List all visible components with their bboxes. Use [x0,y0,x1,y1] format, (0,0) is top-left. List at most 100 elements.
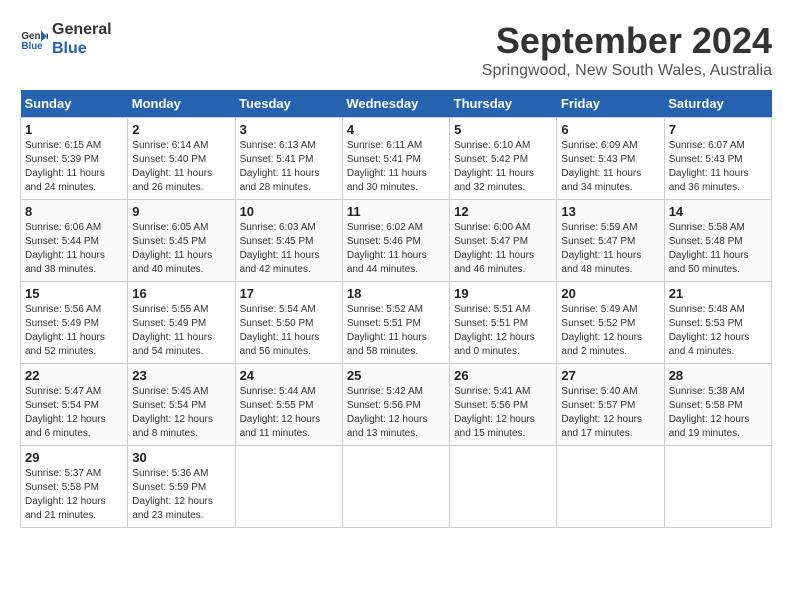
day-number: 3 [240,122,338,137]
day-of-week-header: Tuesday [235,90,342,118]
day-detail: Sunrise: 6:07 AM Sunset: 5:43 PM Dayligh… [669,139,767,195]
calendar-day-cell: 3 Sunrise: 6:13 AM Sunset: 5:41 PM Daylig… [235,118,342,200]
calendar-day-cell: 9 Sunrise: 6:05 AM Sunset: 5:45 PM Daylig… [128,200,235,282]
calendar-day-cell: 27 Sunrise: 5:40 AM Sunset: 5:57 PM Dayli… [557,364,664,446]
calendar-day-cell: 19Sunrise: 5:51 AM Sunset: 5:51 PM Dayli… [450,282,557,364]
day-detail: Sunrise: 5:54 AM Sunset: 5:50 PM Dayligh… [240,303,338,359]
day-detail: Sunrise: 5:36 AM Sunset: 5:59 PM Dayligh… [132,467,230,523]
location-subtitle: Springwood, New South Wales, Australia [482,62,772,80]
day-number: 4 [347,122,445,137]
day-detail: Sunrise: 6:11 AM Sunset: 5:41 PM Dayligh… [347,139,445,195]
day-number: 2 [132,122,230,137]
day-number: 23 [132,368,230,383]
calendar-day-cell: 17 Sunrise: 5:54 AM Sunset: 5:50 PM Dayli… [235,282,342,364]
day-of-week-header: Saturday [664,90,771,118]
day-number: 18 [347,286,445,301]
day-detail: Sunrise: 6:06 AM Sunset: 5:44 PM Dayligh… [25,221,123,277]
calendar-day-cell: 5 Sunrise: 6:10 AM Sunset: 5:42 PM Daylig… [450,118,557,200]
calendar-day-cell [557,446,664,528]
day-number: 12 [454,204,552,219]
page-header: General Blue General Blue September 2024… [20,20,772,80]
day-number: 6 [561,122,659,137]
day-of-week-header: Monday [128,90,235,118]
logo-icon: General Blue [20,25,48,53]
calendar-day-cell: 1 Sunrise: 6:15 AM Sunset: 5:39 PM Daylig… [21,118,128,200]
day-number: 22 [25,368,123,383]
day-of-week-header: Sunday [21,90,128,118]
day-detail: Sunrise: 6:10 AM Sunset: 5:42 PM Dayligh… [454,139,552,195]
day-number: 17 [240,286,338,301]
calendar-day-cell: 20 Sunrise: 5:49 AM Sunset: 5:52 PM Dayli… [557,282,664,364]
day-detail: Sunrise: 5:45 AM Sunset: 5:54 PM Dayligh… [132,385,230,441]
day-number: 16 [132,286,230,301]
calendar-day-cell: 11Sunrise: 6:02 AM Sunset: 5:46 PM Dayli… [342,200,449,282]
calendar-day-cell: 30 Sunrise: 5:36 AM Sunset: 5:59 PM Dayli… [128,446,235,528]
calendar-day-cell: 24 Sunrise: 5:44 AM Sunset: 5:55 PM Dayli… [235,364,342,446]
calendar-day-cell: 25 Sunrise: 5:42 AM Sunset: 5:56 PM Dayli… [342,364,449,446]
day-number: 30 [132,450,230,465]
day-detail: Sunrise: 5:58 AM Sunset: 5:48 PM Dayligh… [669,221,767,277]
day-number: 11 [347,204,445,219]
day-detail: Sunrise: 5:59 AM Sunset: 5:47 PM Dayligh… [561,221,659,277]
day-number: 15 [25,286,123,301]
day-number: 8 [25,204,123,219]
calendar-week-row: 8 Sunrise: 6:06 AM Sunset: 5:44 PM Daylig… [21,200,772,282]
day-of-week-header: Friday [557,90,664,118]
day-detail: Sunrise: 6:13 AM Sunset: 5:41 PM Dayligh… [240,139,338,195]
day-detail: Sunrise: 5:41 AM Sunset: 5:56 PM Dayligh… [454,385,552,441]
day-detail: Sunrise: 5:52 AM Sunset: 5:51 PM Dayligh… [347,303,445,359]
day-detail: Sunrise: 6:14 AM Sunset: 5:40 PM Dayligh… [132,139,230,195]
day-detail: Sunrise: 5:38 AM Sunset: 5:58 PM Dayligh… [669,385,767,441]
day-detail: Sunrise: 5:44 AM Sunset: 5:55 PM Dayligh… [240,385,338,441]
day-detail: Sunrise: 6:15 AM Sunset: 5:39 PM Dayligh… [25,139,123,195]
calendar-day-cell [450,446,557,528]
calendar-day-cell: 7 Sunrise: 6:07 AM Sunset: 5:43 PM Daylig… [664,118,771,200]
day-number: 28 [669,368,767,383]
calendar-table: SundayMondayTuesdayWednesdayThursdayFrid… [20,90,772,528]
calendar-day-cell: 4 Sunrise: 6:11 AM Sunset: 5:41 PM Daylig… [342,118,449,200]
calendar-day-cell: 8 Sunrise: 6:06 AM Sunset: 5:44 PM Daylig… [21,200,128,282]
day-number: 25 [347,368,445,383]
day-number: 10 [240,204,338,219]
calendar-day-cell: 6 Sunrise: 6:09 AM Sunset: 5:43 PM Daylig… [557,118,664,200]
day-number: 5 [454,122,552,137]
day-detail: Sunrise: 5:37 AM Sunset: 5:58 PM Dayligh… [25,467,123,523]
calendar-day-cell: 23 Sunrise: 5:45 AM Sunset: 5:54 PM Dayli… [128,364,235,446]
calendar-day-cell [342,446,449,528]
day-detail: Sunrise: 6:05 AM Sunset: 5:45 PM Dayligh… [132,221,230,277]
day-detail: Sunrise: 5:40 AM Sunset: 5:57 PM Dayligh… [561,385,659,441]
calendar-day-cell: 12 Sunrise: 6:00 AM Sunset: 5:47 PM Dayli… [450,200,557,282]
calendar-day-cell: 16Sunrise: 5:55 AM Sunset: 5:49 PM Dayli… [128,282,235,364]
day-number: 24 [240,368,338,383]
calendar-week-row: 1 Sunrise: 6:15 AM Sunset: 5:39 PM Daylig… [21,118,772,200]
calendar-day-cell: 10 Sunrise: 6:03 AM Sunset: 5:45 PM Dayli… [235,200,342,282]
day-number: 9 [132,204,230,219]
calendar-day-cell: 21 Sunrise: 5:48 AM Sunset: 5:53 PM Dayli… [664,282,771,364]
day-detail: Sunrise: 6:03 AM Sunset: 5:45 PM Dayligh… [240,221,338,277]
day-number: 7 [669,122,767,137]
day-detail: Sunrise: 5:47 AM Sunset: 5:54 PM Dayligh… [25,385,123,441]
calendar-day-cell: 18 Sunrise: 5:52 AM Sunset: 5:51 PM Dayli… [342,282,449,364]
calendar-day-cell: 14Sunrise: 5:58 AM Sunset: 5:48 PM Dayli… [664,200,771,282]
day-detail: Sunrise: 6:00 AM Sunset: 5:47 PM Dayligh… [454,221,552,277]
calendar-day-cell: 26 Sunrise: 5:41 AM Sunset: 5:56 PM Dayli… [450,364,557,446]
day-number: 29 [25,450,123,465]
day-number: 1 [25,122,123,137]
calendar-header-row: SundayMondayTuesdayWednesdayThursdayFrid… [21,90,772,118]
calendar-day-cell: 28 Sunrise: 5:38 AM Sunset: 5:58 PM Dayli… [664,364,771,446]
day-number: 27 [561,368,659,383]
day-number: 26 [454,368,552,383]
logo-text-general: General [52,20,112,39]
day-number: 21 [669,286,767,301]
day-number: 20 [561,286,659,301]
day-number: 19 [454,286,552,301]
calendar-week-row: 22 Sunrise: 5:47 AM Sunset: 5:54 PM Dayli… [21,364,772,446]
calendar-day-cell [235,446,342,528]
day-detail: Sunrise: 5:56 AM Sunset: 5:49 PM Dayligh… [25,303,123,359]
day-detail: Sunrise: 5:49 AM Sunset: 5:52 PM Dayligh… [561,303,659,359]
calendar-week-row: 15 Sunrise: 5:56 AM Sunset: 5:49 PM Dayli… [21,282,772,364]
day-detail: Sunrise: 5:48 AM Sunset: 5:53 PM Dayligh… [669,303,767,359]
day-detail: Sunrise: 5:42 AM Sunset: 5:56 PM Dayligh… [347,385,445,441]
calendar-day-cell: 22 Sunrise: 5:47 AM Sunset: 5:54 PM Dayli… [21,364,128,446]
day-detail: Sunrise: 6:09 AM Sunset: 5:43 PM Dayligh… [561,139,659,195]
